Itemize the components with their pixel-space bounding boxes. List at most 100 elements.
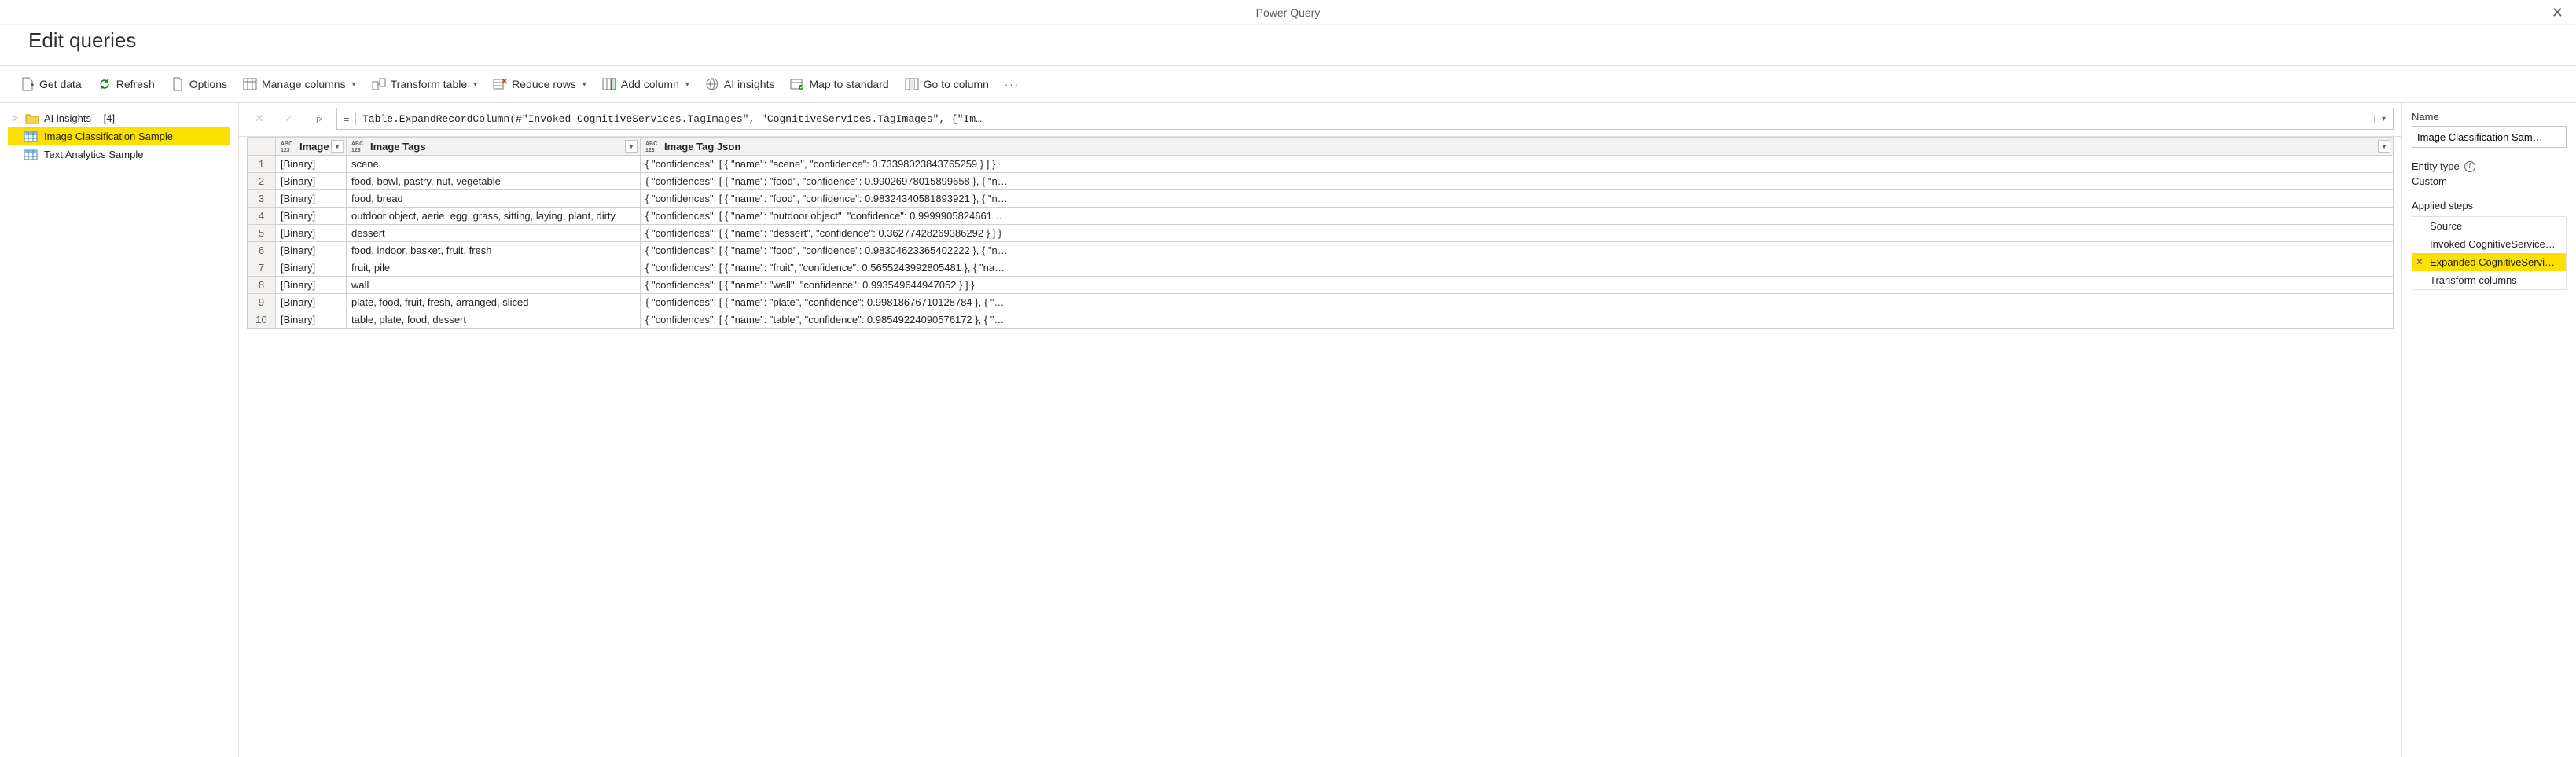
column-filter-button[interactable]: ▾ xyxy=(625,140,638,153)
cancel-formula-button[interactable]: ✕ xyxy=(247,108,272,129)
transform-table-button[interactable]: Transform table ▾ xyxy=(366,74,484,94)
applied-step[interactable]: ✕Transform columns xyxy=(2412,271,2566,289)
query-name-input[interactable] xyxy=(2412,126,2567,148)
chevron-down-icon: ▾ xyxy=(352,80,356,89)
row-number[interactable]: 3 xyxy=(248,190,276,208)
cell-image-tags[interactable]: table, plate, food, dessert xyxy=(347,311,641,329)
properties-pane: Name Entity type i Custom Applied steps … xyxy=(2401,103,2576,757)
applied-step[interactable]: ✕Invoked CognitiveService… xyxy=(2412,235,2566,253)
add-column-button[interactable]: Add column ▾ xyxy=(596,74,696,94)
table-row[interactable]: 1[Binary]scene{ "confidences": [ { "name… xyxy=(248,156,2394,173)
column-header-image-tag-json[interactable]: ABC123 Image Tag Json ▾ xyxy=(641,138,2394,156)
cell-image[interactable]: [Binary] xyxy=(276,311,347,329)
cell-image[interactable]: [Binary] xyxy=(276,277,347,294)
reduce-rows-icon xyxy=(493,77,507,91)
cell-image-tag-json[interactable]: { "confidences": [ { "name": "scene", "c… xyxy=(641,156,2394,173)
cell-image-tags[interactable]: food, bowl, pastry, nut, vegetable xyxy=(347,173,641,190)
go-to-column-button[interactable]: Go to column xyxy=(898,74,995,94)
row-number[interactable]: 9 xyxy=(248,294,276,311)
queries-nav: ▷ AI insights [4] Image Classification S… xyxy=(0,103,239,757)
cell-image[interactable]: [Binary] xyxy=(276,259,347,277)
formula-dropdown[interactable]: ▾ xyxy=(2374,115,2393,123)
add-column-label: Add column xyxy=(621,78,679,90)
cell-image[interactable]: [Binary] xyxy=(276,225,347,242)
cell-image-tags[interactable]: fruit, pile xyxy=(347,259,641,277)
row-number[interactable]: 5 xyxy=(248,225,276,242)
column-header-image-tags[interactable]: ABC123 Image Tags ▾ xyxy=(347,138,641,156)
cell-image-tags[interactable]: plate, food, fruit, fresh, arranged, sli… xyxy=(347,294,641,311)
sidebar-item[interactable]: Text Analytics Sample xyxy=(8,145,230,164)
table-row[interactable]: 6[Binary]food, indoor, basket, fruit, fr… xyxy=(248,242,2394,259)
ai-insights-button[interactable]: AI insights xyxy=(699,74,781,94)
cell-image[interactable]: [Binary] xyxy=(276,173,347,190)
table-row[interactable]: 4[Binary]outdoor object, aerie, egg, gra… xyxy=(248,208,2394,225)
applied-steps-label: Applied steps xyxy=(2412,200,2473,211)
cell-image-tag-json[interactable]: { "confidences": [ { "name": "food", "co… xyxy=(641,190,2394,208)
table-row[interactable]: 8[Binary]wall{ "confidences": [ { "name"… xyxy=(248,277,2394,294)
column-header-image[interactable]: ABC123 Image ▾ xyxy=(276,138,347,156)
column-filter-button[interactable]: ▾ xyxy=(2378,140,2390,153)
table-row[interactable]: 10[Binary]table, plate, food, dessert{ "… xyxy=(248,311,2394,329)
folder-icon xyxy=(25,113,39,124)
column-name: Image xyxy=(299,141,329,153)
applied-step[interactable]: ✕Expanded CognitiveServic… xyxy=(2412,253,2566,271)
cell-image-tag-json[interactable]: { "confidences": [ { "name": "table", "c… xyxy=(641,311,2394,329)
cell-image[interactable]: [Binary] xyxy=(276,208,347,225)
reduce-rows-button[interactable]: Reduce rows ▾ xyxy=(487,74,593,94)
get-data-button[interactable]: Get data xyxy=(14,74,88,94)
table-row[interactable]: 2[Binary]food, bowl, pastry, nut, vegeta… xyxy=(248,173,2394,190)
step-label: Source xyxy=(2430,220,2462,232)
cell-image[interactable]: [Binary] xyxy=(276,294,347,311)
row-number[interactable]: 8 xyxy=(248,277,276,294)
applied-step[interactable]: ✕Source xyxy=(2412,217,2566,235)
cell-image-tag-json[interactable]: { "confidences": [ { "name": "outdoor ob… xyxy=(641,208,2394,225)
cell-image-tag-json[interactable]: { "confidences": [ { "name": "wall", "co… xyxy=(641,277,2394,294)
row-number[interactable]: 1 xyxy=(248,156,276,173)
cell-image[interactable]: [Binary] xyxy=(276,156,347,173)
row-number-header[interactable] xyxy=(248,138,276,156)
options-button[interactable]: Options xyxy=(164,74,233,94)
table-row[interactable]: 9[Binary]plate, food, fruit, fresh, arra… xyxy=(248,294,2394,311)
formula-input[interactable]: Table.ExpandRecordColumn(#"Invoked Cogni… xyxy=(356,113,2374,125)
svg-text:ABC: ABC xyxy=(281,141,292,147)
cell-image-tags[interactable]: scene xyxy=(347,156,641,173)
cell-image[interactable]: [Binary] xyxy=(276,242,347,259)
svg-text:123: 123 xyxy=(351,148,361,153)
type-any-icon: ABC123 xyxy=(281,140,296,153)
go-to-column-label: Go to column xyxy=(924,78,989,90)
cell-image-tag-json[interactable]: { "confidences": [ { "name": "food", "co… xyxy=(641,173,2394,190)
table-row[interactable]: 3[Binary]food, bread{ "confidences": [ {… xyxy=(248,190,2394,208)
info-icon[interactable]: i xyxy=(2464,161,2475,172)
add-column-icon xyxy=(602,77,616,91)
cell-image[interactable]: [Binary] xyxy=(276,190,347,208)
cell-image-tag-json[interactable]: { "confidences": [ { "name": "food", "co… xyxy=(641,242,2394,259)
commit-formula-button[interactable]: ✓ xyxy=(277,108,302,129)
nav-group-ai-insights[interactable]: ▷ AI insights [4] xyxy=(8,109,230,127)
close-icon[interactable]: ✕ xyxy=(2545,3,2570,23)
manage-columns-button[interactable]: Manage columns ▾ xyxy=(237,74,362,94)
more-button[interactable]: ··· xyxy=(998,75,1026,94)
row-number[interactable]: 7 xyxy=(248,259,276,277)
cell-image-tag-json[interactable]: { "confidences": [ { "name": "plate", "c… xyxy=(641,294,2394,311)
row-number[interactable]: 4 xyxy=(248,208,276,225)
row-number[interactable]: 2 xyxy=(248,173,276,190)
cell-image-tag-json[interactable]: { "confidences": [ { "name": "dessert", … xyxy=(641,225,2394,242)
globe-icon xyxy=(705,77,719,91)
cell-image-tags[interactable]: dessert xyxy=(347,225,641,242)
refresh-button[interactable]: Refresh xyxy=(91,74,161,94)
cell-image-tags[interactable]: food, indoor, basket, fruit, fresh xyxy=(347,242,641,259)
cell-image-tags[interactable]: outdoor object, aerie, egg, grass, sitti… xyxy=(347,208,641,225)
row-number[interactable]: 10 xyxy=(248,311,276,329)
fx-button[interactable]: fx xyxy=(307,108,332,129)
table-row[interactable]: 5[Binary]dessert{ "confidences": [ { "na… xyxy=(248,225,2394,242)
cell-image-tags[interactable]: wall xyxy=(347,277,641,294)
delete-step-icon[interactable]: ✕ xyxy=(2416,256,2423,267)
cell-image-tags[interactable]: food, bread xyxy=(347,190,641,208)
table-row[interactable]: 7[Binary]fruit, pile{ "confidences": [ {… xyxy=(248,259,2394,277)
type-any-icon: ABC123 xyxy=(645,140,661,153)
column-filter-button[interactable]: ▾ xyxy=(331,140,344,153)
row-number[interactable]: 6 xyxy=(248,242,276,259)
map-to-standard-button[interactable]: Map to standard xyxy=(784,74,895,94)
sidebar-item[interactable]: Image Classification Sample xyxy=(8,127,230,145)
cell-image-tag-json[interactable]: { "confidences": [ { "name": "fruit", "c… xyxy=(641,259,2394,277)
